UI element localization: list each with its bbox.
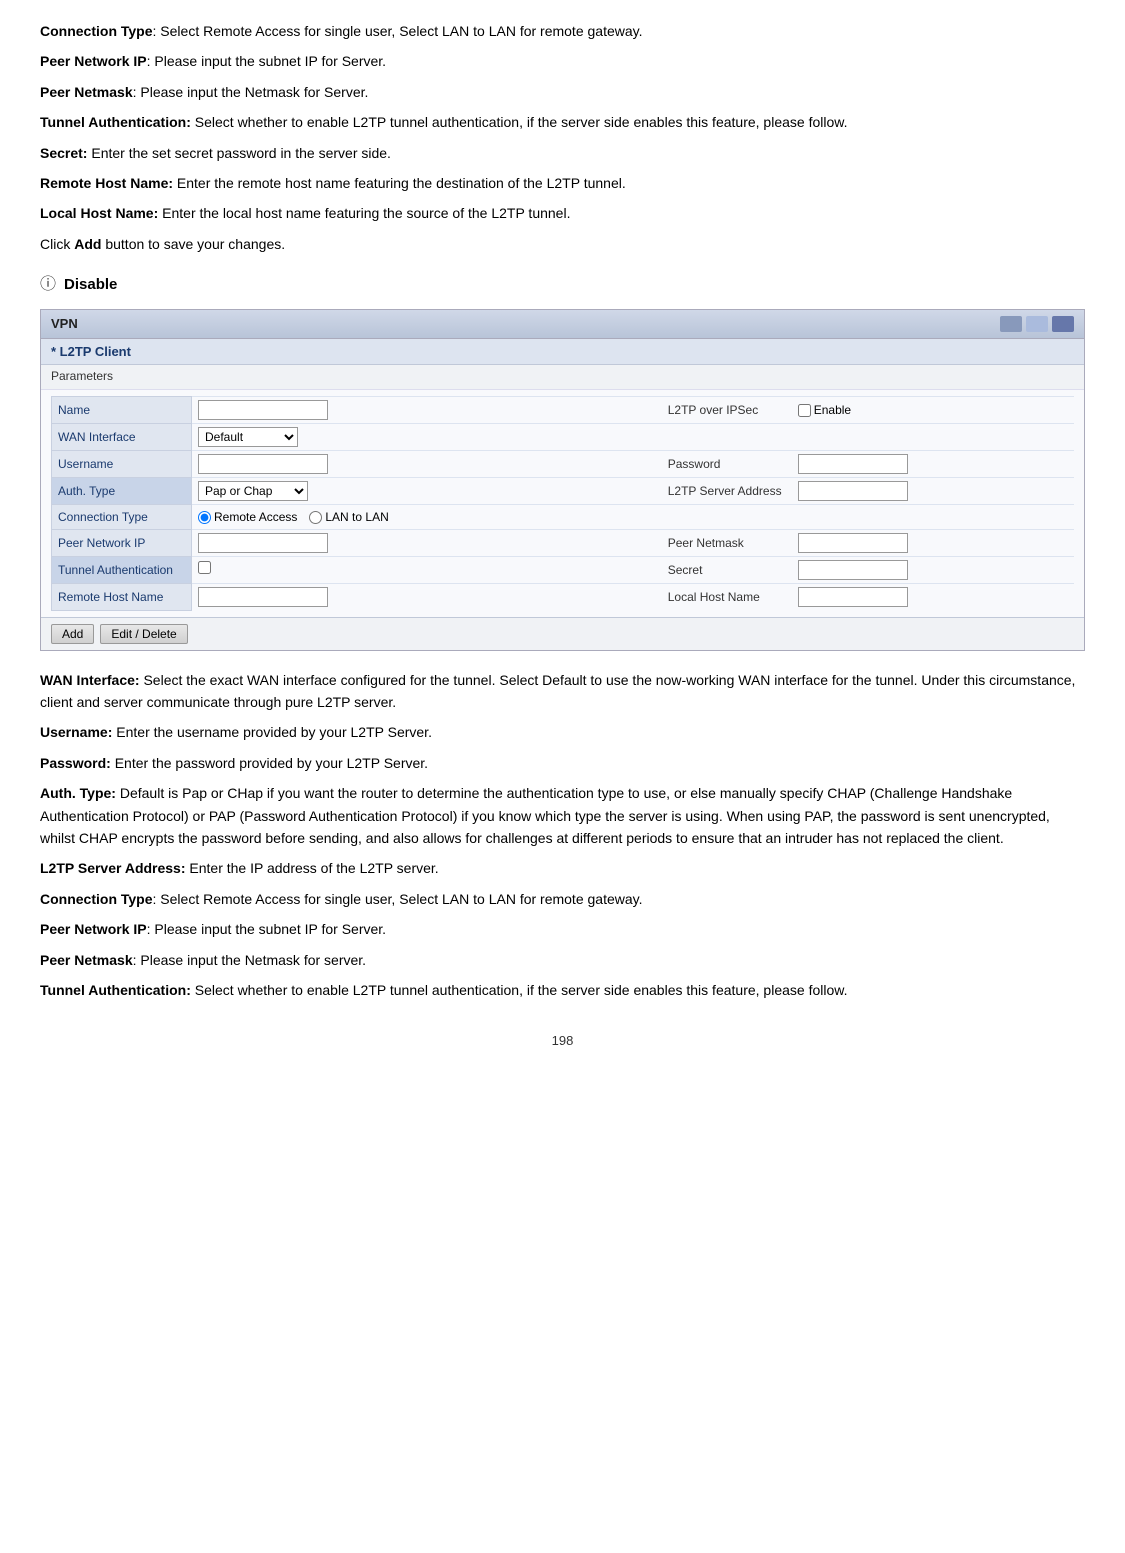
para-auth-type: Auth. Type: Default is Pap or CHap if yo… — [40, 782, 1085, 849]
para-local-host: Local Host Name: Enter the local host na… — [40, 202, 1085, 224]
para-tunnel-auth: Tunnel Authentication: Select whether to… — [40, 111, 1085, 133]
label-secret: Secret — [662, 557, 792, 584]
radio-remote-access: Remote Access — [198, 508, 297, 526]
label-local-host-name: Local Host Name — [662, 584, 792, 611]
para-connection-type-bottom: Connection Type: Select Remote Access fo… — [40, 888, 1085, 910]
info-icon: ⓘ — [40, 273, 56, 297]
input-l2tp-server[interactable] — [798, 481, 908, 501]
input-username[interactable] — [198, 454, 328, 474]
info-section: ⓘ Disable — [40, 273, 1085, 297]
para-password: Password: Enter the password provided by… — [40, 752, 1085, 774]
label-username: Username — [52, 451, 192, 478]
label-l2tp-server: L2TP Server Address — [662, 478, 792, 505]
input-peer-network-ip-cell — [192, 530, 662, 557]
connection-type-radio-group: Remote Access LAN to LAN — [198, 508, 656, 526]
top-paragraphs: Connection Type: Select Remote Access fo… — [40, 20, 1085, 255]
bottom-paragraphs: WAN Interface: Select the exact WAN inte… — [40, 669, 1085, 1002]
label-empty-2 — [662, 505, 792, 530]
input-peer-netmask-cell — [792, 530, 1074, 557]
tunnel-auth-cell — [192, 557, 662, 584]
input-l2tp-server-cell — [792, 478, 1074, 505]
label-wan-interface: WAN Interface — [52, 424, 192, 451]
connection-type-cell: Remote Access LAN to LAN — [192, 505, 662, 530]
vpn-header-icons — [1000, 316, 1074, 332]
vpn-panel: VPN * L2TP Client Parameters Name L2TP o… — [40, 309, 1085, 651]
input-password[interactable] — [798, 454, 908, 474]
label-empty-1 — [662, 424, 792, 451]
para-click-add: Click Add button to save your changes. — [40, 233, 1085, 255]
input-remote-host[interactable] — [198, 587, 328, 607]
label-tunnel-auth: Tunnel Authentication — [52, 557, 192, 584]
input-peer-network-ip[interactable] — [198, 533, 328, 553]
table-row: Connection Type Remote Access LAN to LAN — [52, 505, 1075, 530]
vpn-buttons: Add Edit / Delete — [41, 617, 1084, 650]
para-peer-network-ip-bottom: Peer Network IP: Please input the subnet… — [40, 918, 1085, 940]
radio-lan-to-lan-label: LAN to LAN — [325, 508, 388, 526]
tunnel-auth-checkbox[interactable] — [198, 561, 211, 574]
label-password: Password — [662, 451, 792, 478]
para-peer-network-ip: Peer Network IP: Please input the subnet… — [40, 50, 1085, 72]
table-row: Auth. Type Pap or Chap PAP CHAP L2TP Ser… — [52, 478, 1075, 505]
para-peer-netmask-bottom: Peer Netmask: Please input the Netmask f… — [40, 949, 1085, 971]
enable-checkbox-cell: Enable — [792, 397, 1074, 424]
para-tunnel-auth-bottom: Tunnel Authentication: Select whether to… — [40, 979, 1085, 1001]
para-wan-interface: WAN Interface: Select the exact WAN inte… — [40, 669, 1085, 714]
input-peer-netmask[interactable] — [798, 533, 908, 553]
para-remote-host: Remote Host Name: Enter the remote host … — [40, 172, 1085, 194]
input-name[interactable] — [198, 400, 328, 420]
para-username: Username: Enter the username provided by… — [40, 721, 1085, 743]
enable-label: Enable — [814, 401, 851, 419]
cell-empty-2 — [792, 505, 1074, 530]
enable-checkbox[interactable] — [798, 404, 811, 417]
vpn-icon-2 — [1026, 316, 1048, 332]
table-row: Username Password — [52, 451, 1075, 478]
para-connection-type: Connection Type: Select Remote Access fo… — [40, 20, 1085, 42]
input-local-host[interactable] — [798, 587, 908, 607]
radio-lan-to-lan-input[interactable] — [309, 511, 322, 524]
label-remote-host-name: Remote Host Name — [52, 584, 192, 611]
page-number: 198 — [40, 1031, 1085, 1051]
input-secret[interactable] — [798, 560, 908, 580]
table-row: WAN Interface Default — [52, 424, 1075, 451]
vpn-parameters-label: Parameters — [41, 365, 1084, 390]
form-table: Name L2TP over IPSec Enable WAN Interfac… — [51, 396, 1074, 611]
vpn-panel-header: VPN — [41, 310, 1084, 339]
label-peer-netmask: Peer Netmask — [662, 530, 792, 557]
edit-delete-button[interactable]: Edit / Delete — [100, 624, 187, 644]
para-l2tp-server-address: L2TP Server Address: Enter the IP addres… — [40, 857, 1085, 879]
label-auth-type: Auth. Type — [52, 478, 192, 505]
vpn-title: VPN — [51, 314, 78, 334]
label-l2tp-over-ipsec: L2TP over IPSec — [662, 397, 792, 424]
vpn-icon-3 — [1052, 316, 1074, 332]
label-connection-type: Connection Type — [52, 505, 192, 530]
wan-interface-cell: Default — [192, 424, 662, 451]
wan-interface-select[interactable]: Default — [198, 427, 298, 447]
auth-type-select[interactable]: Pap or Chap PAP CHAP — [198, 481, 308, 501]
input-name-cell — [192, 397, 662, 424]
input-username-cell — [192, 451, 662, 478]
table-row: Tunnel Authentication Secret — [52, 557, 1075, 584]
radio-lan-to-lan: LAN to LAN — [309, 508, 388, 526]
table-row: Name L2TP over IPSec Enable — [52, 397, 1075, 424]
input-local-host-cell — [792, 584, 1074, 611]
table-row: Peer Network IP Peer Netmask — [52, 530, 1075, 557]
input-empty-1 — [792, 424, 1074, 451]
input-secret-cell — [792, 557, 1074, 584]
info-label: Disable — [64, 274, 117, 297]
label-peer-network-ip: Peer Network IP — [52, 530, 192, 557]
vpn-form: Name L2TP over IPSec Enable WAN Interfac… — [41, 390, 1084, 617]
add-button[interactable]: Add — [51, 624, 94, 644]
vpn-section-title: * L2TP Client — [41, 339, 1084, 366]
table-row: Remote Host Name Local Host Name — [52, 584, 1075, 611]
radio-remote-access-input[interactable] — [198, 511, 211, 524]
para-secret: Secret: Enter the set secret password in… — [40, 142, 1085, 164]
label-name: Name — [52, 397, 192, 424]
para-peer-netmask: Peer Netmask: Please input the Netmask f… — [40, 81, 1085, 103]
vpn-icon-1 — [1000, 316, 1022, 332]
input-remote-host-cell — [192, 584, 662, 611]
radio-remote-access-label: Remote Access — [214, 508, 297, 526]
input-password-cell — [792, 451, 1074, 478]
auth-type-cell: Pap or Chap PAP CHAP — [192, 478, 662, 505]
